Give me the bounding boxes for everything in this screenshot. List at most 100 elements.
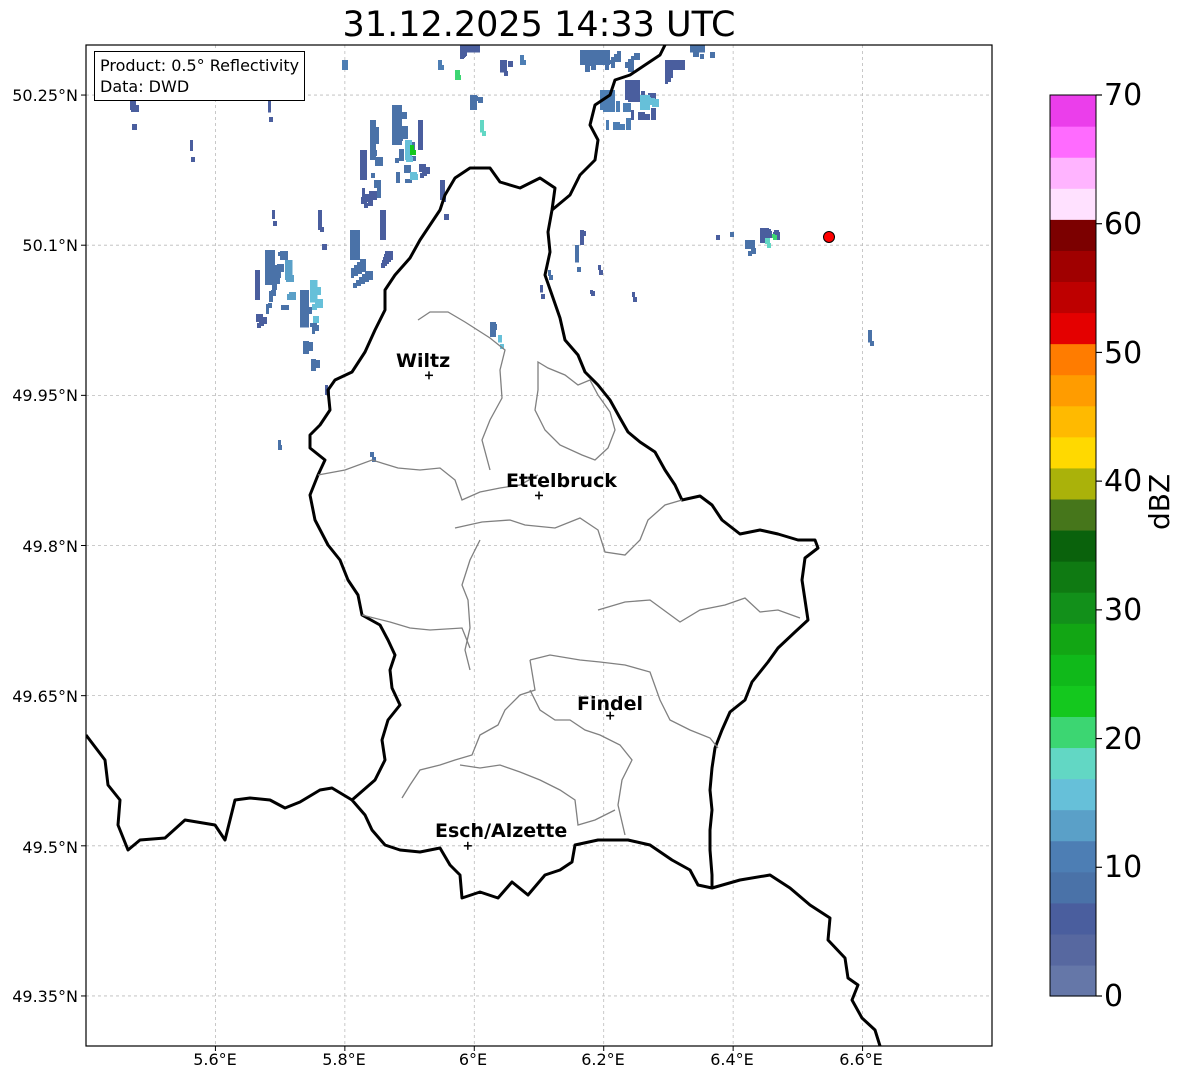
echo-cell xyxy=(480,120,484,133)
lon-label-5: 6.4°E xyxy=(710,1050,754,1069)
echo-cell xyxy=(285,260,293,280)
colorbar-segment xyxy=(1050,809,1096,842)
echo-cell xyxy=(281,305,289,310)
colorbar-tick-60: 60 xyxy=(1104,207,1143,242)
gridlines xyxy=(86,45,992,1046)
echo-cell xyxy=(310,323,317,327)
echo-cell xyxy=(269,291,273,302)
colorbar-tick-30: 30 xyxy=(1104,593,1143,628)
echo-cell xyxy=(500,60,507,73)
echo-cell xyxy=(377,187,381,198)
colorbar-tick-70: 70 xyxy=(1104,78,1143,113)
lon-label-6: 6.6°E xyxy=(839,1050,883,1069)
echo-cell xyxy=(665,74,668,84)
echo-cell xyxy=(278,445,282,450)
echo-cell xyxy=(631,110,634,120)
echo-cell xyxy=(614,54,621,62)
echo-cell xyxy=(438,60,442,70)
echo-cell xyxy=(772,234,775,238)
lon-label-3: 6°E xyxy=(458,1050,488,1069)
station-marker xyxy=(823,231,835,243)
echo-cell xyxy=(577,267,581,272)
echo-cell xyxy=(370,120,376,160)
echo-cell xyxy=(410,172,417,180)
echo-cell xyxy=(371,173,375,178)
colorbar-tick-40: 40 xyxy=(1104,464,1143,499)
echo-cell xyxy=(410,145,414,155)
colorbar-tick-50: 50 xyxy=(1104,336,1143,371)
echo-cell xyxy=(638,112,645,120)
echo-cell xyxy=(370,452,374,457)
echo-cell xyxy=(289,292,296,300)
echo-cell xyxy=(313,316,319,323)
echo-cell xyxy=(585,64,590,72)
echo-cell xyxy=(690,45,705,53)
echo-cell xyxy=(628,59,634,72)
echo-cell xyxy=(640,95,650,110)
echo-cell xyxy=(419,164,426,172)
colorbar-segment xyxy=(1050,157,1096,189)
echo-cell xyxy=(385,251,393,260)
echo-cell xyxy=(625,80,640,100)
echo-cell xyxy=(380,210,386,240)
echo-cell xyxy=(444,214,449,220)
echo-cell xyxy=(396,172,400,183)
info-box: Product: 0.5° Reflectivity Data: DWD xyxy=(94,51,306,101)
lat-label-6: 49.5°N xyxy=(22,838,78,857)
lat-label-7: 49.35°N xyxy=(12,987,78,1006)
echo-cell xyxy=(626,118,631,130)
colorbar-segment xyxy=(1050,716,1096,749)
colorbar-segment xyxy=(1050,902,1096,935)
colorbar-segment xyxy=(1050,188,1096,220)
lat-label-3: 49.95°N xyxy=(12,386,78,405)
colorbar-segment xyxy=(1050,126,1096,158)
echo-cell xyxy=(665,60,685,70)
echo-cell xyxy=(460,45,480,53)
colorbar-segment xyxy=(1050,623,1096,655)
lon-label-1: 5.6°E xyxy=(193,1050,237,1069)
echo-cell xyxy=(300,290,309,328)
echo-cell xyxy=(265,250,275,285)
info-data: Data: DWD xyxy=(100,77,190,96)
echo-cell xyxy=(652,99,659,107)
echo-cell xyxy=(273,221,277,226)
echo-cell xyxy=(540,285,543,293)
echo-cell xyxy=(541,294,545,299)
echo-cell xyxy=(620,124,625,130)
echo-cell xyxy=(322,244,327,250)
echo-cell xyxy=(710,52,715,58)
colorbar-segment xyxy=(1050,281,1096,314)
echo-cell xyxy=(490,322,496,337)
echo-cell xyxy=(342,60,348,70)
echo-cell xyxy=(360,150,367,180)
echo-cell xyxy=(266,304,269,314)
echo-cell xyxy=(369,191,377,200)
echo-cell xyxy=(365,271,373,280)
echo-cell xyxy=(580,230,584,245)
echo-cell xyxy=(255,270,260,300)
canton-borders xyxy=(317,311,801,836)
colorbar-segment xyxy=(1050,405,1096,438)
colorbar-segment xyxy=(1050,685,1096,717)
echo-cell xyxy=(868,330,872,343)
echo-cell xyxy=(520,55,524,65)
colorbar-segment xyxy=(1050,374,1096,407)
echo-cell xyxy=(374,180,381,188)
colorbar-segment xyxy=(1050,436,1096,469)
echo-cell xyxy=(716,235,719,239)
colorbar-segment xyxy=(1050,95,1096,127)
colorbar-tick-20: 20 xyxy=(1104,722,1143,757)
echo-cell xyxy=(404,165,411,173)
echo-cell xyxy=(360,259,366,272)
colorbar-segment xyxy=(1050,561,1096,593)
echo-cell xyxy=(651,108,656,120)
echo-cell xyxy=(616,101,620,112)
echo-cell xyxy=(575,245,579,263)
echo-cell xyxy=(548,270,551,276)
echo-cell xyxy=(272,210,275,219)
echo-cell xyxy=(350,230,360,260)
echo-cell xyxy=(303,341,309,354)
colorbar-segment xyxy=(1050,343,1096,376)
axis-ticks xyxy=(81,94,864,1051)
echo-cell xyxy=(625,62,628,68)
